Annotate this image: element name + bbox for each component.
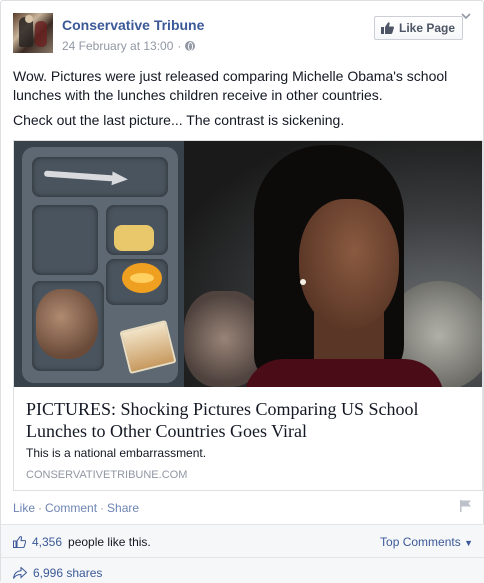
comment-action[interactable]: Comment — [45, 501, 97, 515]
likes-suffix: people like this. — [68, 535, 151, 549]
share-arrow-icon — [13, 567, 27, 579]
thumbs-up-icon — [13, 536, 26, 548]
lunch-tray-photo — [14, 141, 184, 387]
caret-down-icon: ▼ — [464, 538, 473, 548]
action-separator: · — [100, 501, 105, 515]
meta-separator: · — [177, 39, 182, 53]
likes-summary: 4,356 people like this. — [13, 535, 151, 549]
shares-count: 6,996 shares — [33, 566, 103, 580]
page-name-link[interactable]: Conservative Tribune — [62, 17, 204, 33]
action-separator: · — [38, 501, 43, 515]
likes-count[interactable]: 4,356 — [32, 535, 62, 549]
flag-icon[interactable] — [459, 499, 473, 513]
shares-summary[interactable]: 6,996 shares — [13, 566, 102, 580]
post-actions: Like · Comment · Share — [13, 501, 139, 515]
post-text: Wow. Pictures were just released compari… — [13, 67, 475, 136]
top-comments-dropdown[interactable]: Top Comments ▼ — [380, 535, 473, 549]
link-preview[interactable]: PICTURES: Shocking Pictures Comparing US… — [13, 140, 483, 491]
globe-icon[interactable] — [185, 41, 196, 51]
post-text-paragraph: Check out the last picture... The contra… — [13, 112, 345, 128]
post-timestamp[interactable]: 24 February at 13:00 — [62, 39, 173, 53]
link-title[interactable]: PICTURES: Shocking Pictures Comparing US… — [26, 398, 476, 442]
post-stats: 4,356 people like this. Top Comments ▼ 6… — [1, 524, 484, 583]
post-text-paragraph: Wow. Pictures were just released compari… — [13, 68, 448, 103]
share-action[interactable]: Share — [107, 501, 139, 515]
link-preview-image[interactable] — [14, 141, 482, 387]
top-comments-label: Top Comments — [380, 535, 461, 549]
page-avatar[interactable] — [13, 13, 53, 53]
stats-divider — [1, 557, 484, 558]
like-page-label: Like Page — [399, 21, 456, 35]
like-action[interactable]: Like — [13, 501, 35, 515]
like-page-button[interactable]: Like Page — [374, 16, 463, 40]
post-card: Conservative Tribune 24 February at 13:0… — [0, 0, 484, 583]
portrait-photo — [184, 141, 482, 387]
link-description: This is a national embarrassment. — [26, 446, 207, 460]
post-meta: 24 February at 13:00 · — [62, 39, 196, 53]
thumbs-up-icon — [381, 22, 394, 34]
link-domain: CONSERVATIVETRIBUNE.COM — [26, 469, 188, 481]
